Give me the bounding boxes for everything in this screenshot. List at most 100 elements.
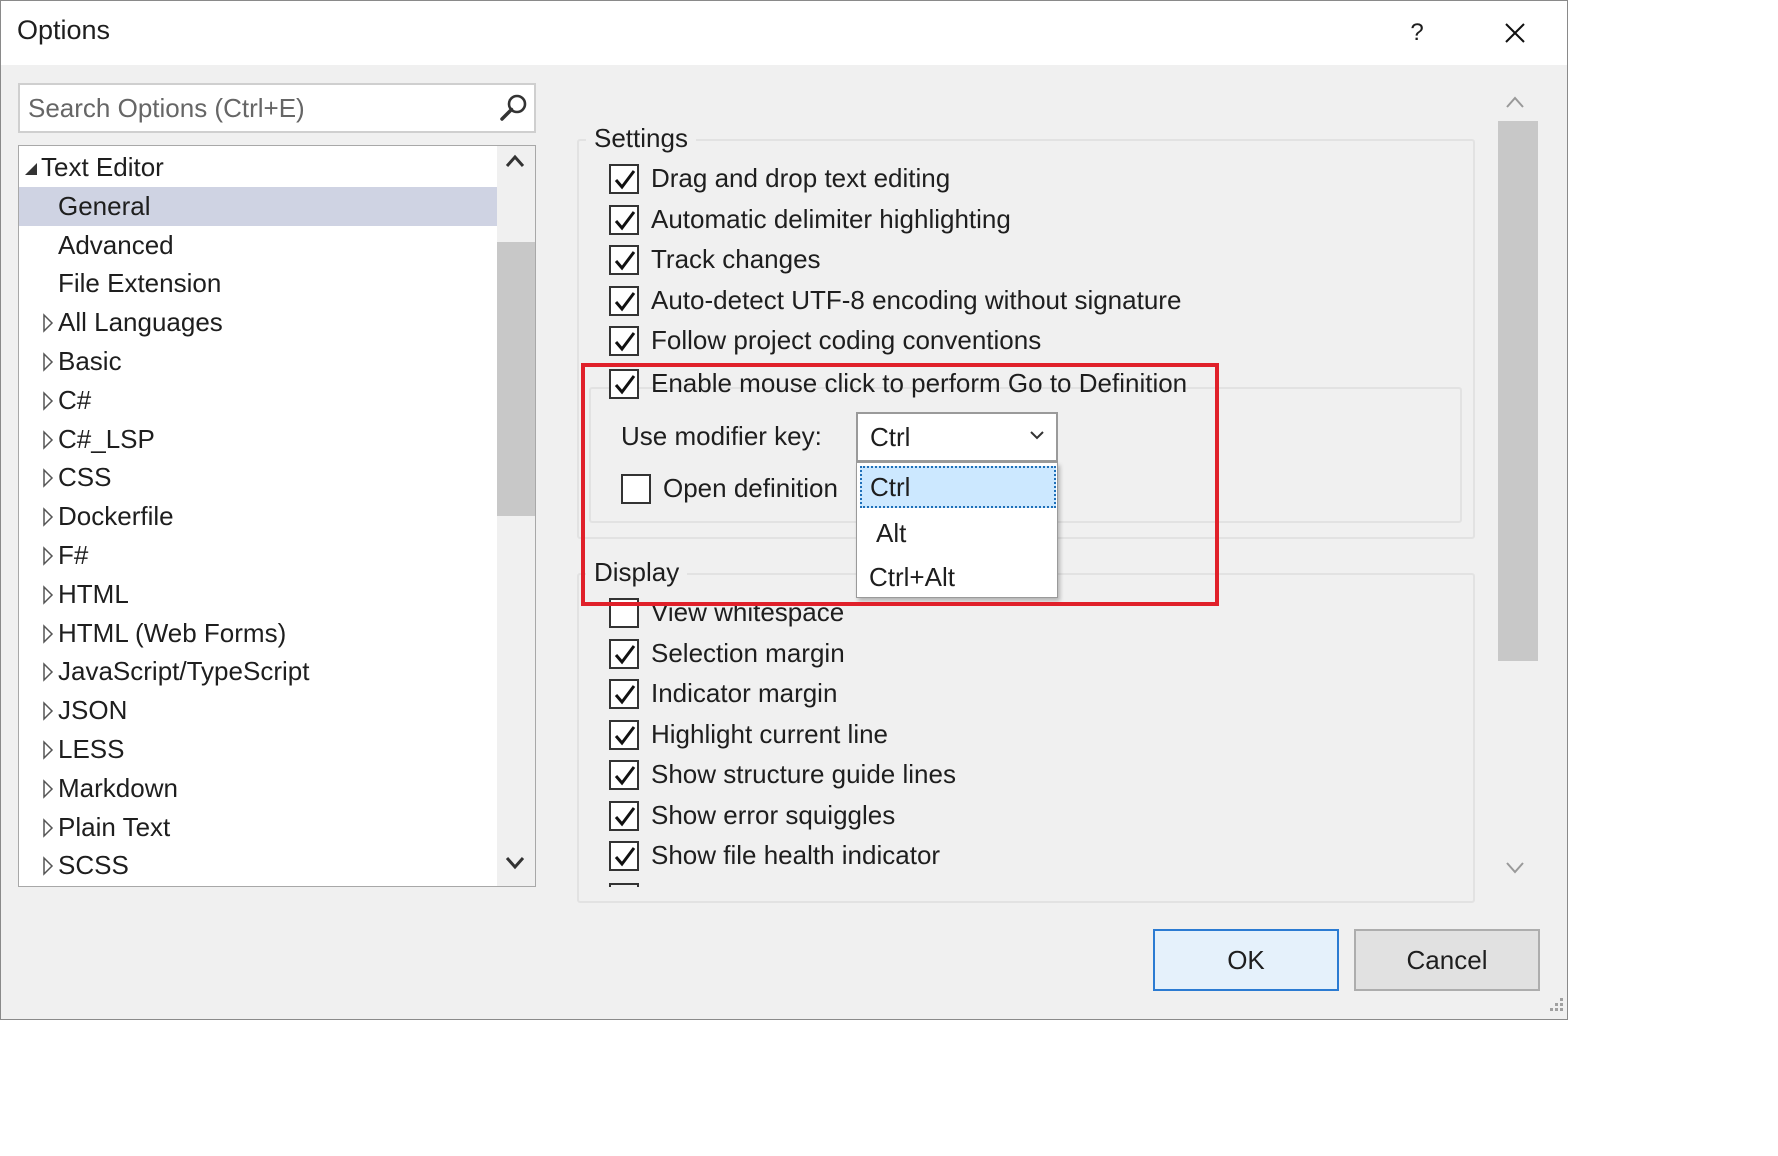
checkbox-box[interactable] (609, 719, 639, 750)
checkbox-label: Follow project coding conventions (651, 325, 1042, 355)
checkbox-box[interactable] (609, 245, 639, 275)
collapsed-triangle-icon[interactable] (41, 846, 57, 885)
tree-item[interactable]: LESS (19, 730, 497, 769)
collapsed-triangle-icon[interactable] (41, 497, 57, 536)
tree-scroll-thumb[interactable] (497, 242, 535, 516)
checkbox-label: Show structure guide lines (651, 759, 956, 789)
tree-item-label: CSS (58, 462, 112, 493)
tree-item[interactable]: File Extension (19, 264, 497, 303)
screenshot-root: Options ? Text Editor General Advanced File… (0, 0, 1778, 1156)
tree-item-label: LESS (58, 734, 125, 764)
collapsed-triangle-icon[interactable] (41, 458, 57, 497)
collapsed-triangle-icon[interactable] (41, 536, 57, 575)
tree-item[interactable]: General (19, 186, 497, 226)
tree-item-label: JavaScript/TypeScript (58, 656, 310, 687)
expanded-triangle-icon[interactable] (23, 148, 39, 187)
tree-item-label: Basic (58, 346, 122, 376)
tree-item-label: Markdown (58, 772, 178, 803)
scroll-down-arrow-icon[interactable] (505, 856, 525, 870)
checkbox-label: Indicator margin (651, 678, 838, 708)
help-button[interactable]: ? (1397, 9, 1437, 57)
search-box (18, 83, 536, 133)
checkbox-box[interactable] (609, 164, 639, 194)
search-icon[interactable] (498, 92, 530, 124)
ok-button[interactable]: OK (1153, 929, 1339, 991)
scroll-up-arrow-icon[interactable] (505, 154, 525, 168)
tree-item[interactable]: C#_LSP (19, 420, 497, 459)
tree-item[interactable]: Text Editor (19, 148, 497, 187)
tree-item[interactable]: F# (19, 536, 497, 575)
tree-item-label: File Extension (58, 268, 222, 299)
tree-item-label: Text Editor (41, 152, 164, 182)
collapsed-triangle-icon[interactable] (41, 381, 57, 420)
collapsed-triangle-icon[interactable] (41, 420, 57, 459)
check-icon (614, 332, 636, 352)
collapsed-triangle-icon[interactable] (41, 652, 57, 691)
page-scroll-thumb[interactable] (1498, 121, 1538, 661)
tree-item[interactable]: Markdown (19, 769, 497, 808)
tree-scrollbar[interactable] (497, 146, 535, 886)
checkbox-box[interactable] (609, 800, 639, 831)
collapsed-triangle-icon[interactable] (41, 575, 57, 614)
tree-item[interactable]: JavaScript/TypeScript (19, 652, 497, 691)
highlight-annotation-box (581, 363, 1219, 606)
tree-item[interactable]: Basic (19, 342, 497, 381)
checkbox-box[interactable] (609, 841, 639, 871)
check-icon (614, 847, 636, 867)
resize-grip-icon[interactable] (1545, 995, 1565, 1015)
checkbox-box[interactable] (609, 204, 639, 235)
collapsed-triangle-icon[interactable] (41, 303, 57, 342)
check-icon (614, 766, 636, 786)
checkbox-box[interactable] (609, 679, 639, 709)
cancel-button[interactable]: Cancel (1354, 929, 1540, 991)
title-bar: Options ? (1, 1, 1567, 65)
check-icon (614, 685, 636, 705)
check-icon (614, 251, 636, 271)
page-scroll-up-icon[interactable] (1505, 95, 1525, 109)
page-scroll-down-icon[interactable] (1505, 861, 1525, 875)
collapsed-triangle-icon[interactable] (41, 730, 57, 769)
tree-item[interactable]: Advanced (19, 226, 497, 265)
tree-item[interactable]: Plain Text (19, 808, 497, 847)
tree-item[interactable]: CSS (19, 458, 497, 497)
check-icon (614, 644, 636, 664)
collapsed-triangle-icon[interactable] (41, 808, 57, 847)
checkbox-label: Selection margin (651, 637, 845, 668)
options-dialog: Options ? Text Editor General Advanced File… (0, 0, 1568, 1020)
tree-item-label: Advanced (58, 229, 174, 260)
checkbox-label: Highlight current line (651, 718, 889, 749)
checkbox-box[interactable] (609, 285, 639, 316)
checkbox-box[interactable] (609, 638, 639, 669)
collapsed-triangle-icon[interactable] (41, 342, 57, 381)
dialog-title: Options (17, 15, 111, 45)
tree-item[interactable]: JSON (19, 691, 497, 730)
checkbox-label: Track changes (651, 244, 821, 274)
checkbox-label: Show file health indicator (651, 840, 941, 870)
tree-item[interactable]: All Languages (19, 303, 497, 342)
check-icon (614, 210, 636, 230)
partial-checkbox (609, 883, 639, 887)
collapsed-triangle-icon[interactable] (41, 614, 57, 653)
collapsed-triangle-icon[interactable] (41, 691, 57, 730)
checkbox-box[interactable] (609, 326, 639, 356)
tree-item-label: JSON (58, 695, 128, 726)
search-input[interactable] (28, 91, 488, 125)
tree-item-label: C#_LSP (58, 423, 155, 454)
tree-item-label: HTML (Web Forms) (58, 617, 287, 648)
collapsed-triangle-icon[interactable] (41, 769, 57, 808)
check-icon (614, 725, 636, 745)
check-icon (614, 806, 636, 826)
tree-item[interactable]: HTML (Web Forms) (19, 614, 497, 653)
tree-item[interactable]: HTML (19, 575, 497, 614)
tree-item[interactable]: SCSS (19, 846, 497, 885)
tree-item[interactable]: Dockerfile (19, 497, 497, 536)
tree-item-label: SCSS (58, 850, 129, 881)
tree-item[interactable]: C# (19, 381, 497, 420)
checkbox-box[interactable] (609, 760, 639, 790)
tree-item-label: Dockerfile (58, 501, 174, 532)
close-button[interactable] (1495, 9, 1535, 57)
check-icon (614, 170, 636, 190)
tree-item-label: Plain Text (58, 811, 171, 842)
checkbox-label: Drag and drop text editing (651, 163, 951, 193)
tree-item-label: C# (58, 384, 92, 415)
